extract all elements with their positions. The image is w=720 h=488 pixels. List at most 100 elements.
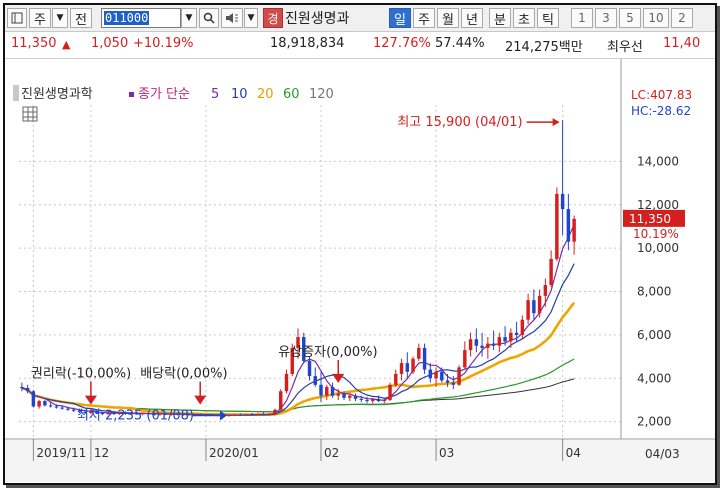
- high-annotation: 최고 15,900 (04/01): [397, 115, 522, 130]
- volume-ratio: 127.76%: [373, 36, 431, 51]
- candle-body: [566, 209, 571, 242]
- candle-body: [486, 343, 490, 348]
- candle-body: [543, 285, 548, 296]
- candle-body: [348, 395, 352, 398]
- tab-month[interactable]: 월: [437, 8, 459, 28]
- speaker-icon[interactable]: [221, 8, 243, 28]
- legend-ma20: 20: [257, 87, 274, 102]
- stock-tag-badge: 경: [263, 8, 283, 28]
- lc-label: LC:407.83: [631, 88, 692, 102]
- candle-body: [238, 414, 243, 416]
- candle-body: [497, 337, 502, 346]
- chevron-down-icon[interactable]: ▼: [181, 8, 197, 28]
- y-tick-label: 10,000: [637, 241, 679, 255]
- x-axis: 2019/11 12 2020/01 02 03 04: [5, 439, 715, 482]
- candle-body: [48, 405, 53, 407]
- candle-body: [359, 398, 364, 400]
- candle-body: [451, 382, 456, 385]
- chart-area[interactable]: 2,000 4,000 6,000 8,000 10,000 12,000 14,000 2…: [5, 59, 715, 483]
- candle-body: [394, 373, 398, 385]
- trade-value: 214,275백만: [505, 40, 583, 55]
- candle-body: [325, 386, 329, 396]
- candle-body: [537, 295, 542, 314]
- tab-minute[interactable]: 분: [489, 8, 511, 28]
- panel-icon[interactable]: [7, 8, 27, 28]
- candle-body: [330, 386, 335, 396]
- candle-body: [25, 388, 30, 392]
- candle-body: [520, 319, 525, 335]
- candle-body: [417, 347, 421, 359]
- candle-body: [514, 332, 519, 335]
- candle-body: [422, 347, 427, 370]
- last-price-tag-value: 11,350: [629, 212, 671, 226]
- candle-body: [353, 395, 358, 399]
- candle-body: [273, 409, 277, 414]
- candle-body: [376, 398, 381, 402]
- y-tick-label: 12,000: [637, 198, 679, 212]
- up-arrow-icon: ▲: [62, 38, 71, 51]
- candle-body: [549, 258, 553, 286]
- interval-5[interactable]: 5: [619, 8, 641, 28]
- quote-bar: 11,350 ▲ 1,050 +10.19% 18,918,834 127.76…: [5, 32, 715, 59]
- legend-ma120: 120: [309, 87, 334, 102]
- candle-body: [405, 363, 410, 372]
- low-annotation: 최저 2,235 (01/08): [77, 409, 194, 424]
- x-tick-label: 04: [566, 446, 581, 460]
- mode-select[interactable]: 전: [70, 8, 92, 28]
- change-amount: 1,050: [91, 36, 129, 51]
- legend-price-label: 종가 단순: [138, 87, 190, 102]
- x-axis-band: [5, 440, 715, 482]
- candle-body: [66, 408, 70, 410]
- candle-body: [60, 407, 64, 409]
- tab-year[interactable]: 년: [461, 8, 483, 28]
- candle-body: [43, 401, 47, 406]
- interval-1[interactable]: 1: [571, 8, 593, 28]
- candle-body: [463, 350, 467, 368]
- stock-name: 진원생명과: [285, 11, 350, 27]
- candle-body: [256, 414, 260, 416]
- candle-body: [440, 371, 444, 381]
- tab-tick[interactable]: 틱: [537, 8, 559, 28]
- capital-increase-annotation: 유상증자(0,00%): [278, 345, 377, 360]
- candle-body: [37, 401, 41, 407]
- interval-3[interactable]: 3: [595, 8, 617, 28]
- interval-10[interactable]: 10: [643, 8, 669, 28]
- candle-body: [382, 399, 387, 402]
- candle-body: [244, 414, 248, 416]
- x-tick-label: 02: [324, 446, 339, 460]
- price-chart[interactable]: 2,000 4,000 6,000 8,000 10,000 12,000 14,000 2…: [5, 59, 715, 483]
- x-tick-label: 03: [439, 446, 454, 460]
- legend-ma60: 60: [283, 87, 300, 102]
- candle-body: [532, 300, 536, 314]
- candle-body: [365, 399, 369, 402]
- y-tick-label: 14,000: [637, 154, 679, 168]
- right-date-label: 04/03: [645, 447, 680, 461]
- chevron-down-icon[interactable]: ▼: [52, 8, 68, 28]
- candle-body: [411, 358, 415, 372]
- market-select[interactable]: 주: [29, 8, 51, 28]
- legend-ma10: 10: [231, 87, 248, 102]
- x-tick-label: 2019/11: [36, 446, 86, 460]
- chevron-down-icon[interactable]: ▼: [244, 8, 258, 28]
- candle-body: [445, 380, 450, 383]
- search-icon[interactable]: [199, 8, 219, 28]
- grid-toggle-icon[interactable]: [22, 106, 38, 122]
- preferred-price: 11,40: [663, 36, 701, 51]
- candle-body: [250, 414, 254, 416]
- candle-body: [491, 343, 496, 346]
- tab-second[interactable]: 초: [513, 8, 535, 28]
- y-tick-label: 8,000: [637, 285, 671, 299]
- candle-body: [388, 384, 392, 400]
- stock-code-input[interactable]: 011000: [101, 8, 181, 28]
- candle-body: [261, 414, 266, 416]
- candle-body: [227, 415, 231, 417]
- candle-body: [267, 413, 271, 415]
- hc-label: HC:-28.62: [631, 104, 691, 118]
- interval-more[interactable]: 2: [671, 8, 693, 28]
- candle-body: [319, 384, 323, 396]
- tab-week[interactable]: 주: [413, 8, 435, 28]
- candle-body: [434, 371, 438, 379]
- tab-day[interactable]: 일: [389, 8, 411, 28]
- candle-body: [457, 367, 461, 385]
- rights-annotation: 권리락(-10.00%): [31, 367, 131, 382]
